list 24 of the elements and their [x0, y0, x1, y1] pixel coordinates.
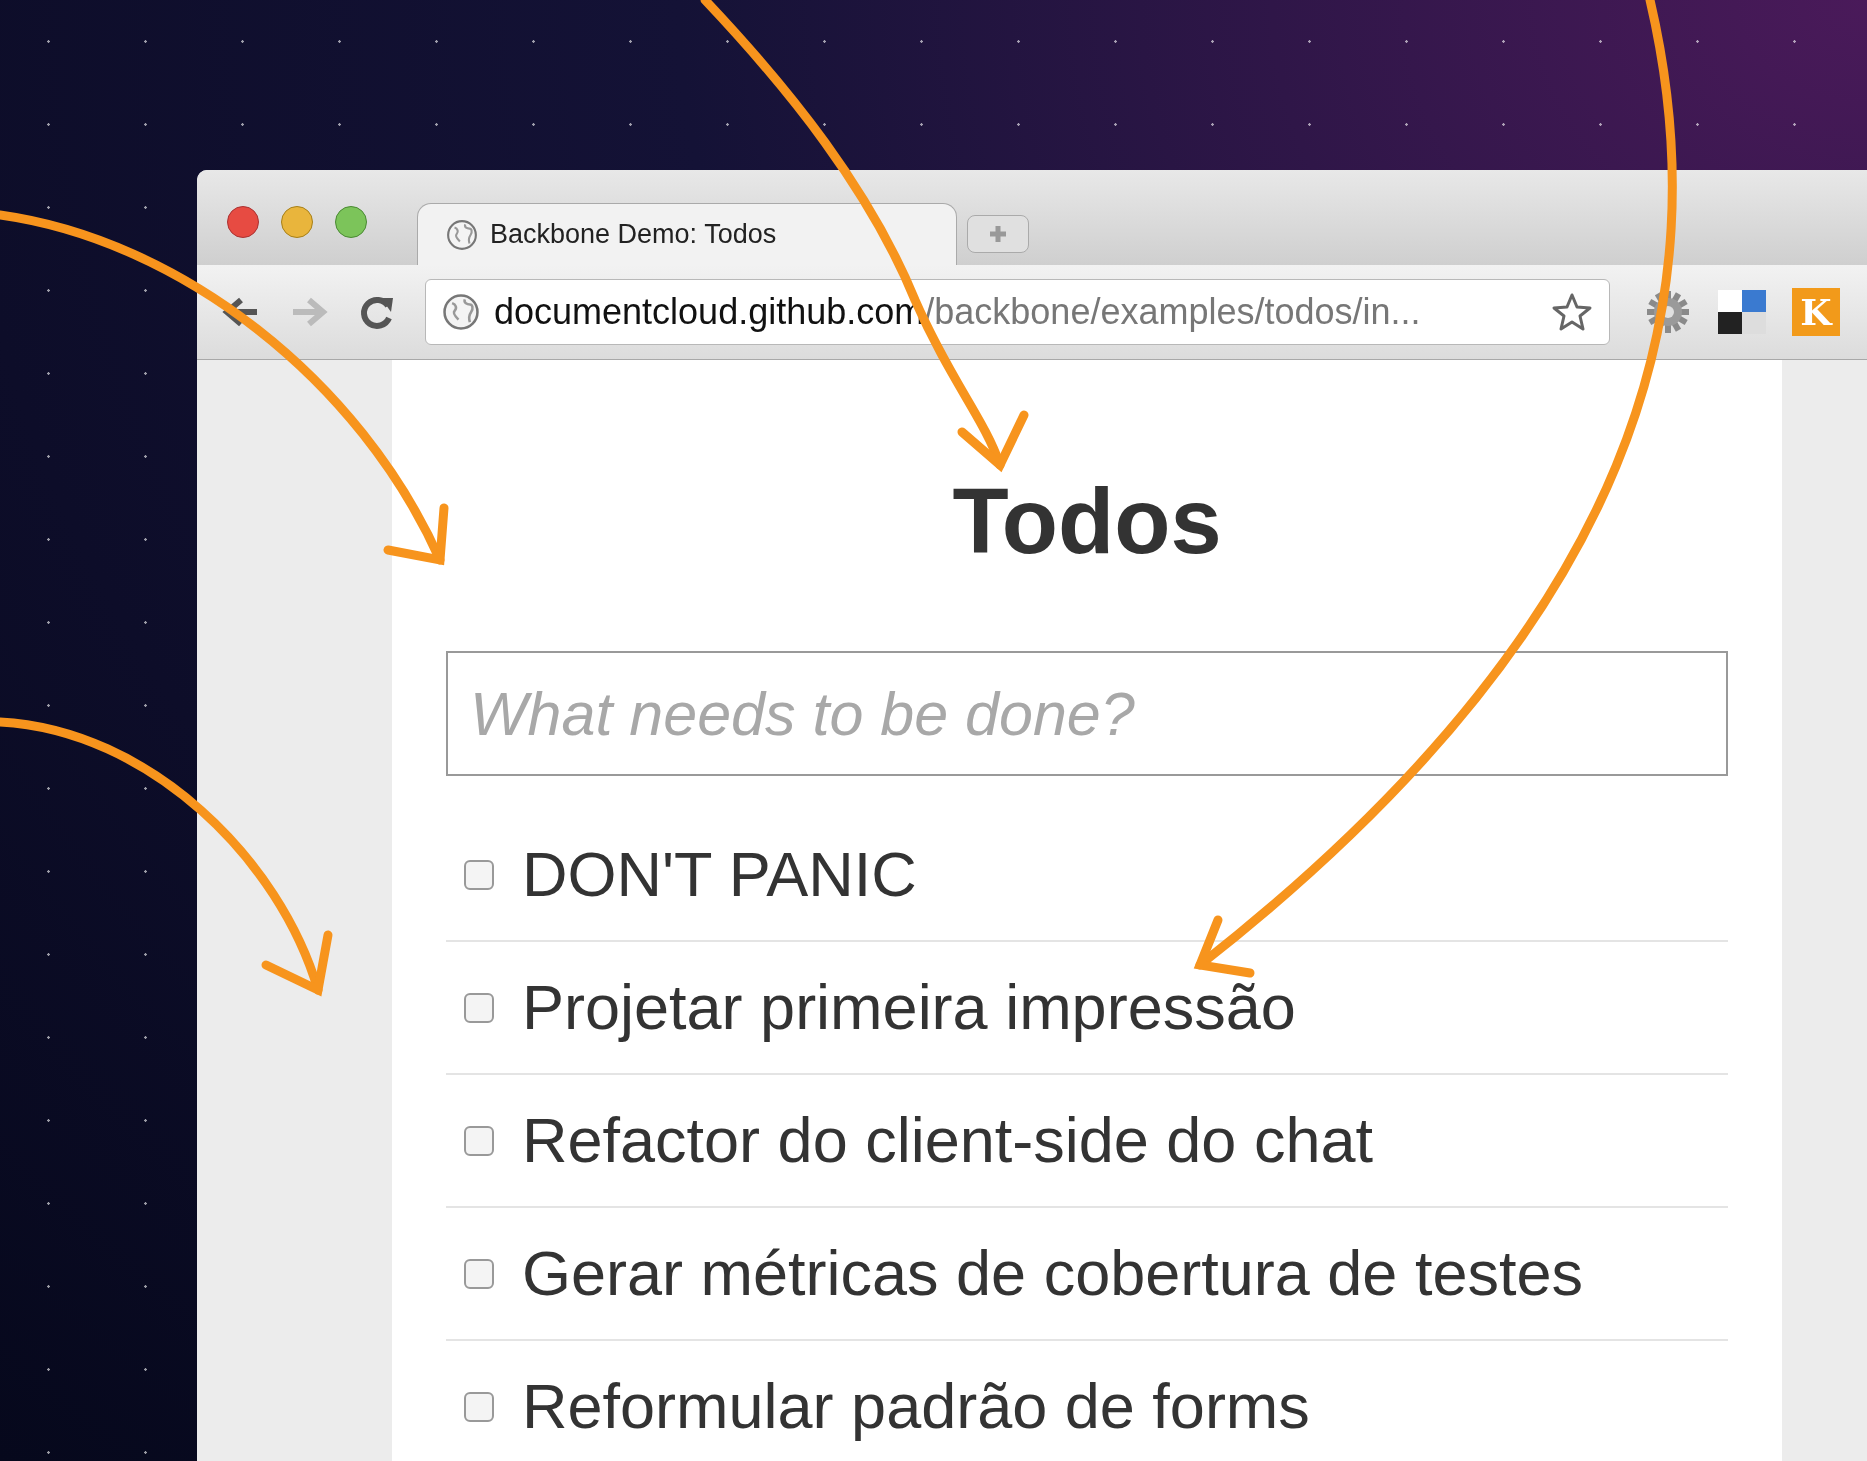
close-button[interactable] [227, 206, 259, 238]
todo-checkbox[interactable] [464, 1125, 494, 1156]
todo-checkbox[interactable] [464, 859, 494, 890]
todo-text: Reformular padrão de forms [522, 1370, 1310, 1444]
todo-text: DON'T PANIC [522, 838, 917, 912]
new-tab-button[interactable] [967, 215, 1029, 253]
todo-text: Gerar métricas de cobertura de testes [522, 1237, 1583, 1311]
new-todo-input[interactable]: What needs to be done? [446, 651, 1728, 776]
plus-icon [987, 223, 1009, 245]
globe-icon [446, 218, 478, 251]
globe-icon [442, 293, 480, 331]
todo-text: Refactor do client-side do chat [522, 1104, 1373, 1178]
todo-text: Projetar primeira impressão [522, 971, 1296, 1045]
todo-checkbox[interactable] [464, 1391, 494, 1422]
todo-checkbox[interactable] [464, 1258, 494, 1289]
gear-icon[interactable] [1644, 288, 1692, 336]
minimize-button[interactable] [281, 206, 313, 238]
tab-title: Backbone Demo: Todos [490, 218, 777, 252]
grid-squares-icon[interactable] [1718, 290, 1766, 334]
star-icon[interactable] [1551, 292, 1593, 332]
app-title: Todos [951, 475, 1223, 567]
browser-tab[interactable]: Backbone Demo: Todos [417, 203, 957, 265]
maximize-button[interactable] [335, 206, 367, 238]
todo-checkbox[interactable] [464, 992, 494, 1023]
